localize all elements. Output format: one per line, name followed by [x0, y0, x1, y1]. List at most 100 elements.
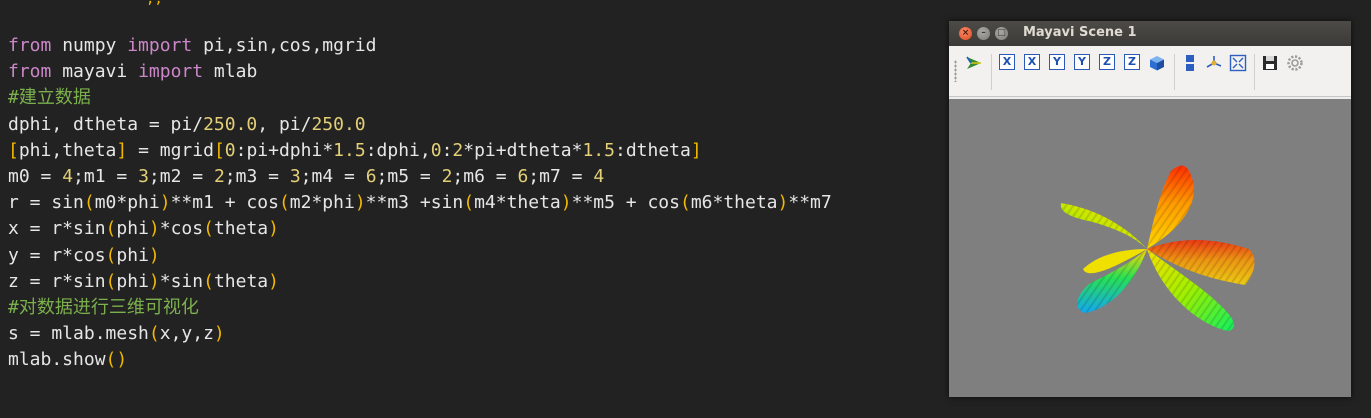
code-token: 4 [62, 166, 74, 187]
view-x-plus-button[interactable]: X [999, 54, 1015, 70]
code-token: : [441, 139, 453, 161]
code-token: *sin [159, 270, 204, 292]
code-token: **m7 [788, 192, 832, 214]
code-token: 3 [138, 166, 149, 187]
code-token: 6 [517, 166, 529, 187]
code-token: ( [278, 192, 290, 214]
code-token: :pi+dphi* [235, 139, 334, 161]
code-token: :dphi, [365, 139, 431, 161]
code-line-11: #对数据进行三维可视化 [8, 295, 199, 321]
code-token: #建立数据 [8, 87, 91, 109]
code-token: s = mlab.mesh [8, 323, 149, 345]
code-token: phi [116, 270, 149, 292]
code-token: () [105, 349, 128, 371]
code-token: ;m1 = [73, 166, 139, 187]
code-token: [ [8, 139, 19, 161]
code-token: ) [354, 192, 366, 214]
toolbar-separator [1174, 54, 1175, 90]
code-token: r = sin [8, 192, 84, 214]
code-token: [ [213, 139, 225, 161]
code-token: ) [777, 192, 789, 214]
code-token: phi,theta [18, 139, 117, 161]
code-token: theta [213, 218, 269, 240]
code-line-1: from numpy import pi,sin,cos,mgrid [8, 33, 376, 59]
code-token: import [138, 61, 204, 83]
toolbar-separator [991, 54, 992, 90]
code-token: from [8, 61, 52, 83]
code-token: ( [203, 218, 214, 240]
code-token: ( [203, 270, 214, 292]
code-token: 250.0 [311, 113, 366, 135]
code-token: ) [268, 270, 279, 292]
scene-toolbar: X X Y Y Z Z [949, 46, 1351, 97]
code-token: **m5 + cos [571, 192, 680, 214]
code-token: 1.5 [333, 139, 366, 161]
code-token: y = r*cos [8, 244, 106, 266]
view-y-plus-button[interactable]: Y [1049, 54, 1065, 70]
code-line-12: s = mlab.mesh(x,y,z) [8, 321, 225, 347]
view-z-plus-button[interactable]: Z [1099, 54, 1115, 70]
settings-gear-icon[interactable] [1286, 54, 1304, 72]
code-line-13: mlab.show() [8, 347, 127, 373]
code-token: ( [463, 192, 475, 214]
code-token: ) [213, 323, 225, 345]
code-token: ) [159, 192, 171, 214]
code-token: 6 [365, 166, 377, 187]
code-token: x = r*sin [8, 218, 106, 240]
code-token: **m3 +sin [365, 192, 464, 214]
code-token: :dtheta [614, 139, 691, 161]
code-token: ( [148, 323, 160, 345]
code-token: ( [105, 270, 117, 292]
code-token: ) [268, 218, 279, 240]
3d-scene-viewport[interactable] [949, 99, 1351, 397]
code-token: 2 [441, 166, 453, 187]
code-token: ( [679, 192, 691, 214]
close-window-button[interactable]: × [959, 27, 972, 40]
full-screen-icon[interactable] [1229, 54, 1247, 72]
view-y-minus-button[interactable]: Y [1074, 54, 1090, 70]
code-token: 2 [452, 139, 464, 161]
code-token: 0 [430, 139, 442, 161]
code-token: 2 [213, 166, 225, 187]
code-token: 3 [289, 166, 301, 187]
code-token: z = r*sin [8, 270, 106, 292]
code-line-4: dphi, dtheta = pi/250.0, pi/250.0 [8, 112, 366, 138]
maximize-window-button[interactable]: □ [995, 27, 1008, 40]
code-line-10: z = r*sin(phi)*sin(theta) [8, 269, 279, 295]
code-line-6: m0 = 4;m1 = 3;m2 = 2;m3 = 3;m4 = 6;m5 = … [8, 164, 604, 190]
mayavi-scene-window[interactable]: × – □ Mayavi Scene 1 X X Y Y Z Z [949, 21, 1351, 397]
isometric-view-icon[interactable] [1148, 54, 1166, 72]
code-token: = mgrid [127, 139, 214, 161]
code-token: m2*phi [289, 192, 355, 214]
window-titlebar[interactable]: × – □ Mayavi Scene 1 [949, 21, 1351, 46]
code-token: import [127, 35, 193, 56]
toolbar-grip[interactable] [954, 60, 957, 82]
code-token: ) [148, 244, 160, 266]
code-token: dphi, dtheta = pi/ [8, 113, 204, 135]
view-x-minus-button[interactable]: X [1024, 54, 1040, 70]
code-token: 0 [224, 139, 236, 161]
mayavi-logo-icon[interactable] [965, 54, 983, 72]
axes-indicator-icon[interactable] [1205, 54, 1223, 72]
code-token: m6*theta [690, 192, 778, 214]
code-line-3: #建立数据 [8, 85, 91, 111]
code-line-2: from mayavi import mlab [8, 59, 257, 85]
code-token: ;m2 = [148, 166, 214, 187]
code-token: phi [116, 218, 149, 240]
code-token: ) [560, 192, 572, 214]
code-token: from [8, 35, 52, 56]
code-token: *pi+dtheta* [463, 139, 583, 161]
code-token: m0 = [8, 166, 63, 187]
view-z-minus-button[interactable]: Z [1124, 54, 1140, 70]
code-token: *cos [159, 218, 204, 240]
save-icon[interactable] [1261, 54, 1279, 72]
minimize-window-button[interactable]: – [977, 27, 990, 40]
parallel-projection-icon[interactable] [1181, 54, 1199, 72]
code-token: ( [105, 244, 117, 266]
code-line-5: [phi,theta] = mgrid[0:pi+dphi*1.5:dphi,0… [8, 138, 702, 164]
code-line-8: x = r*sin(phi)*cos(theta) [8, 216, 279, 242]
code-token: , pi/ [257, 113, 312, 135]
code-token: mlab.show [8, 349, 106, 371]
butterfly-mesh-surface [1060, 165, 1255, 331]
code-token: theta [213, 270, 269, 292]
